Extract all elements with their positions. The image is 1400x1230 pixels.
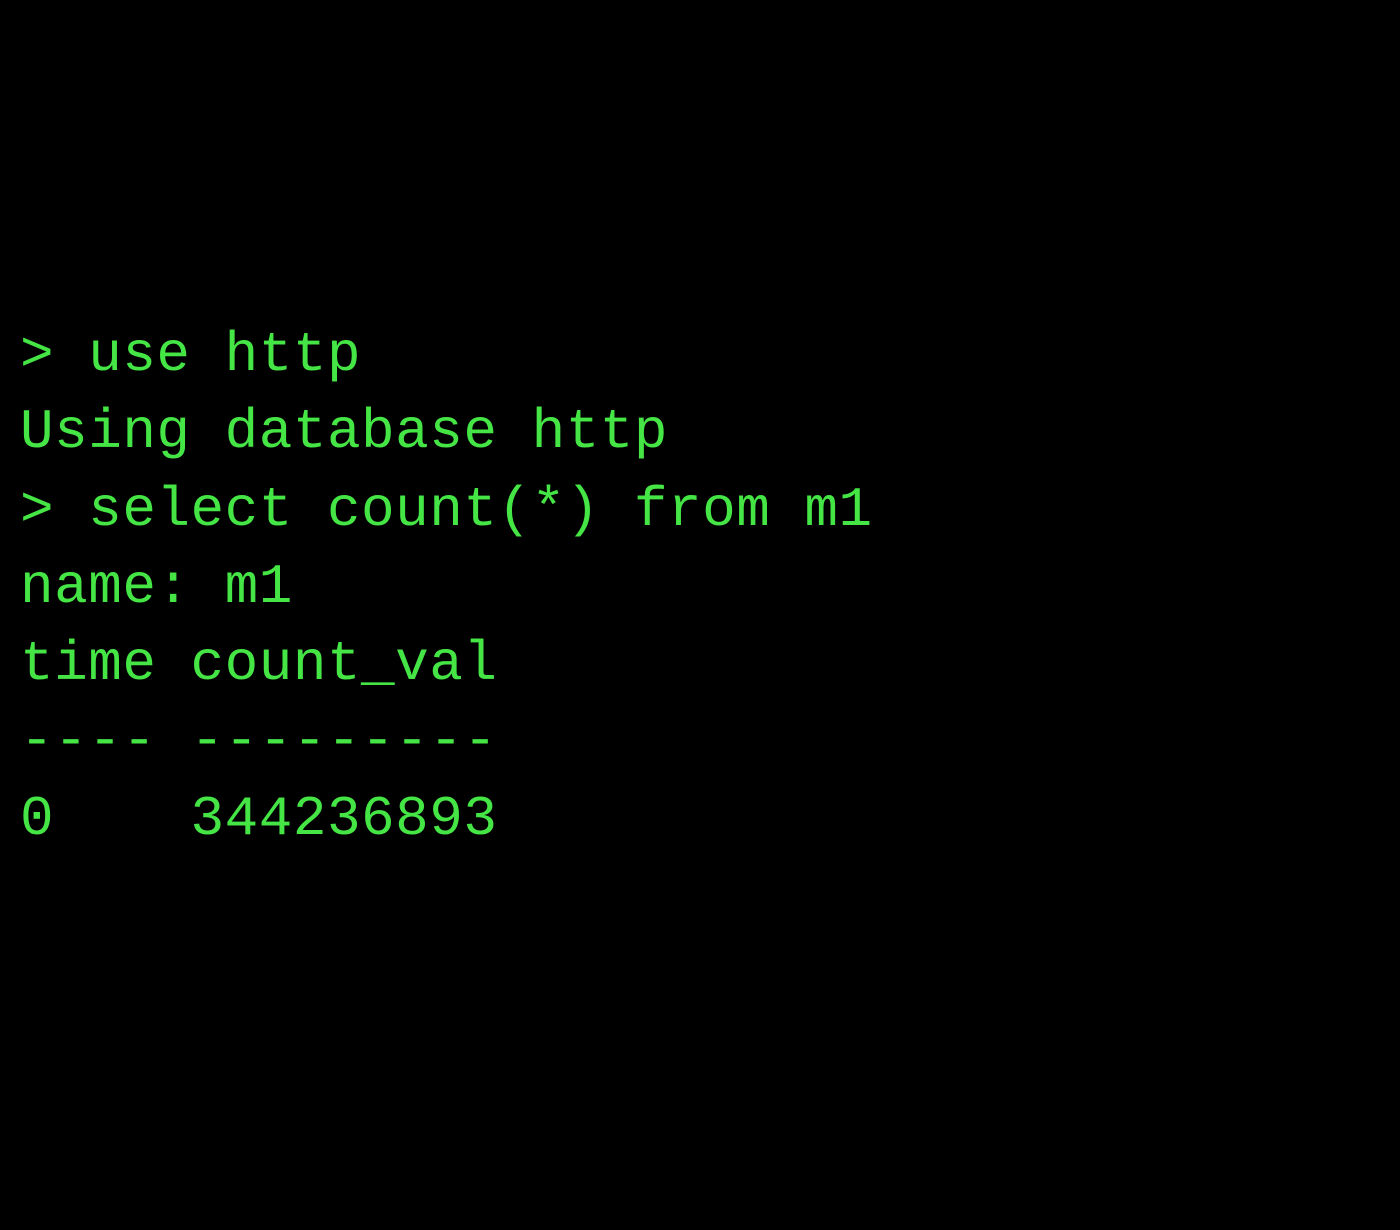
terminal-output-line: ---- --------- [20, 703, 1380, 780]
terminal-prompt-line[interactable]: > use http [20, 317, 1380, 394]
terminal-output-line: time count_val [20, 626, 1380, 703]
terminal-output-line: Using database http [20, 394, 1380, 471]
terminal-output-line: 0 344236893 [20, 781, 1380, 858]
terminal-prompt-line[interactable]: > select count(*) from m1 [20, 472, 1380, 549]
